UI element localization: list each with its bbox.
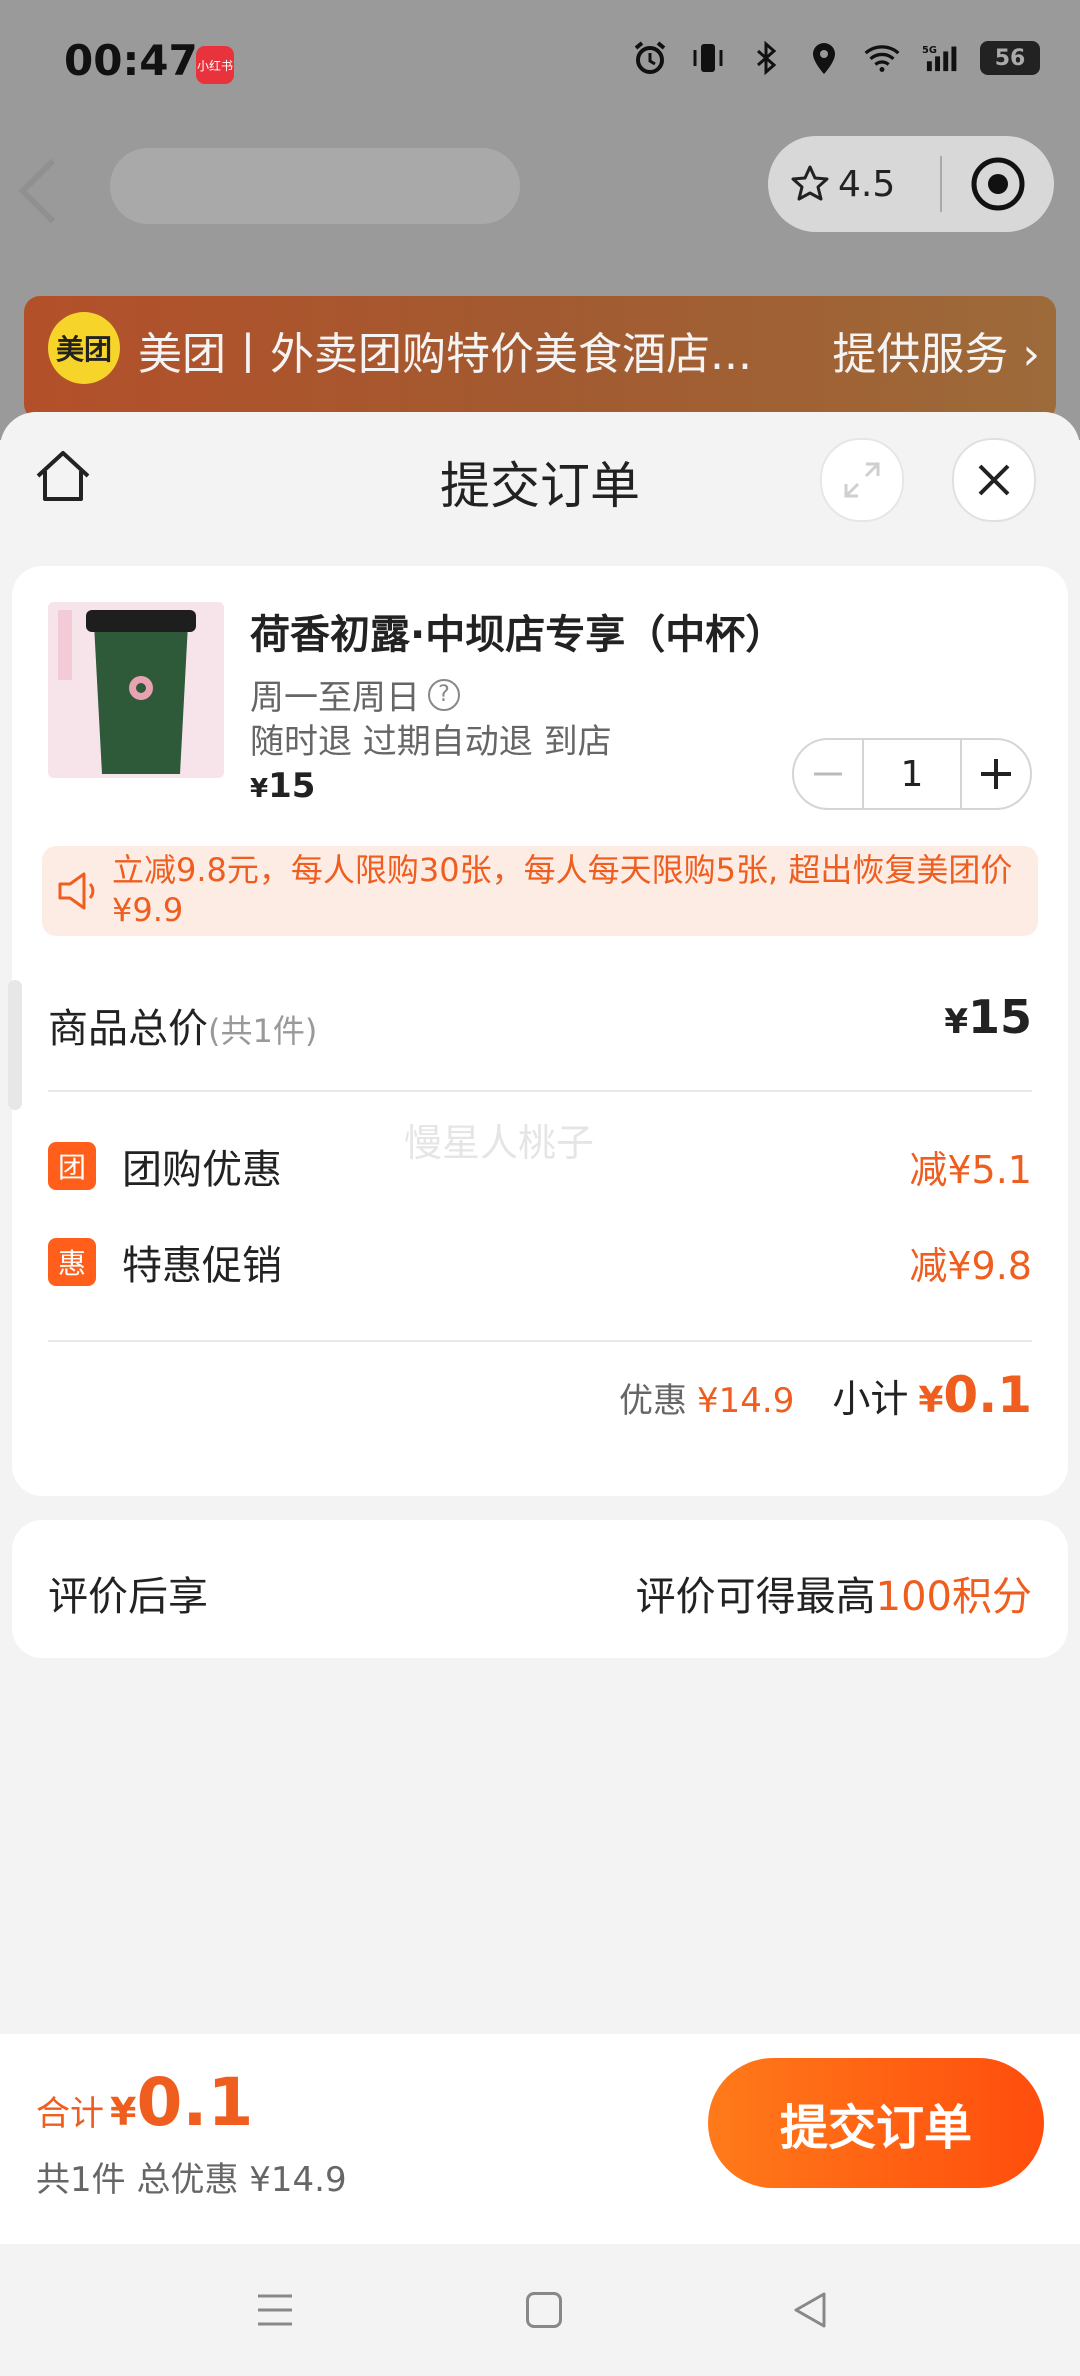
expand-icon — [844, 462, 880, 498]
total-summary: 共1件 总优惠 ¥14.9 — [36, 2160, 347, 2200]
goods-total-amount: 15 — [967, 990, 1032, 1044]
expand-button[interactable] — [820, 438, 904, 522]
product-name: 荷香初露·中坝店专享（中杯） — [250, 612, 786, 658]
battery-indicator: 56 — [980, 41, 1040, 75]
chevron-right-icon: › — [1008, 329, 1040, 380]
review-card[interactable]: 评价后享 评价可得最高100积分 — [12, 1520, 1068, 1658]
discount-total-label: 优惠 — [619, 1381, 687, 1421]
banner-service-label: 提供服务 — [832, 329, 1009, 380]
meituan-logo: 美团 — [48, 312, 120, 384]
increase-button[interactable] — [962, 740, 1030, 808]
decrease-button[interactable] — [794, 740, 862, 808]
review-label: 评价后享 — [48, 1574, 208, 1620]
promo-notice: 立减9.8元，每人限购30张，每人每天限购5张, 超出恢复美团价¥9.9 — [42, 846, 1038, 936]
product-price: ¥15 — [250, 766, 315, 806]
review-value: 评价可得最高100积分 — [636, 1564, 1032, 1622]
quantity-stepper: 1 — [792, 738, 1032, 810]
product-image — [48, 602, 224, 778]
home-square-icon[interactable] — [526, 2292, 562, 2328]
groupbuy-badge-icon: 团 — [48, 1142, 96, 1190]
star-icon — [791, 165, 829, 201]
discount-label: 特惠促销 — [122, 1243, 282, 1289]
status-bar: 00:47 小红书 5G 56 — [0, 0, 1080, 130]
product-days: 周一至周日 ? — [250, 670, 460, 719]
xiaohongshu-app-icon: 小红书 — [196, 46, 234, 84]
rating-value: 4.5 — [838, 163, 896, 205]
speaker-icon — [56, 868, 102, 914]
sheet-header: 提交订单 — [0, 412, 1080, 542]
minus-icon — [814, 772, 842, 776]
vibrate-icon — [690, 40, 726, 76]
submit-order-button[interactable]: 提交订单 — [708, 2058, 1044, 2188]
bluetooth-icon — [748, 40, 784, 76]
discount-row-special: 惠 特惠促销 减¥9.8 — [48, 1232, 1032, 1292]
order-card: 荷香初露·中坝店专享（中杯） 周一至周日 ? 随时退 过期自动退 到店 ¥15 … — [12, 566, 1068, 1496]
bottom-action-bar: 合计 ¥0.1 共1件 总优惠 ¥14.9 提交订单 — [0, 2034, 1080, 2244]
discount-total-value: ¥14.9 — [697, 1381, 795, 1421]
watermark: 慢星人桃子 — [404, 1121, 595, 1165]
back-triangle-icon[interactable] — [790, 2290, 830, 2330]
total-label: 合计 — [36, 2094, 104, 2134]
goods-total-label: 商品总价 — [48, 1006, 208, 1052]
review-value-prefix: 评价可得最高 — [635, 1574, 876, 1620]
subtotal-value: ¥0.1 — [918, 1366, 1032, 1424]
subtotal-amount: 0.1 — [943, 1366, 1032, 1424]
total-line: 合计 ¥0.1 — [36, 2064, 253, 2141]
svg-text:5G: 5G — [922, 45, 937, 56]
total-amount: 0.1 — [136, 2064, 254, 2141]
status-icons: 5G 56 — [632, 40, 1040, 76]
product-price-value: 15 — [268, 766, 316, 806]
banner-service-link[interactable]: 提供服务 › — [832, 318, 1040, 382]
location-icon — [806, 40, 842, 76]
subtotal-symbol: ¥ — [918, 1380, 944, 1421]
goods-total-row: 商品总价(共1件) ¥15 — [48, 990, 1032, 1054]
system-nav-bar — [0, 2244, 1080, 2376]
promo-text: 立减9.8元，每人限购30张，每人每天限购5张, 超出恢复美团价¥9.9 — [112, 851, 1013, 929]
goods-total-symbol: ¥ — [944, 1002, 968, 1042]
plus-icon — [981, 759, 1011, 789]
close-icon — [978, 464, 1010, 496]
goods-count: (共1件) — [208, 1012, 318, 1050]
special-badge-icon: 惠 — [48, 1238, 96, 1286]
review-points: 100积分 — [875, 1574, 1032, 1620]
total-value: ¥0.1 — [110, 2064, 253, 2141]
alarm-icon — [632, 40, 668, 76]
miniapp-close-button[interactable] — [942, 156, 1054, 212]
5g-signal-icon: 5G — [922, 40, 958, 76]
product-policy: 随时退 过期自动退 到店 — [250, 722, 612, 762]
total-symbol: ¥ — [110, 2090, 137, 2134]
sheet-title: 提交订单 — [440, 457, 640, 515]
target-icon — [971, 157, 1025, 211]
discount-label: 团购优惠 — [122, 1147, 282, 1193]
close-button[interactable] — [952, 438, 1036, 522]
wifi-icon — [864, 40, 900, 76]
subtotal-label: 小计 — [832, 1377, 909, 1421]
menu-icon[interactable] — [256, 2292, 294, 2328]
subtotal-row: 优惠 ¥14.9 小计 ¥0.1 — [619, 1366, 1032, 1424]
divider — [48, 1090, 1032, 1092]
product-days-label: 周一至周日 — [250, 678, 420, 718]
divider — [48, 1340, 1032, 1342]
banner-title: 美团丨外卖团购特价美食酒店... — [138, 329, 752, 380]
help-icon[interactable]: ? — [428, 678, 460, 711]
quantity-value[interactable]: 1 — [862, 740, 962, 808]
background-search-bar — [110, 148, 520, 224]
side-handle[interactable] — [8, 980, 22, 1110]
rating-button[interactable]: 4.5 — [768, 164, 940, 205]
miniapp-capsule: 4.5 — [768, 136, 1054, 232]
discount-value: 减¥9.8 — [909, 1243, 1032, 1288]
goods-total-value: ¥15 — [944, 990, 1032, 1044]
product-price-symbol: ¥ — [250, 774, 269, 804]
status-time: 00:47 — [64, 36, 198, 85]
discount-value: 减¥5.1 — [909, 1147, 1032, 1192]
